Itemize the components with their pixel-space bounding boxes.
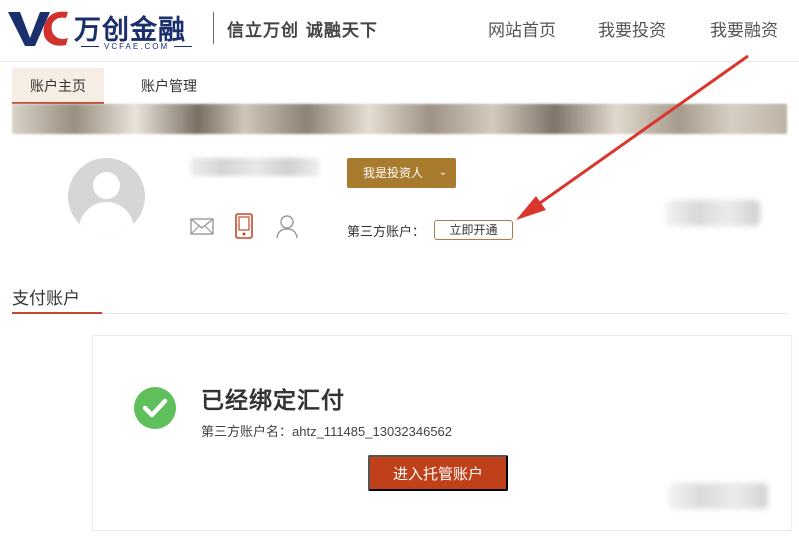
investor-role-dropdown[interactable]: 我是投资人 ⌄ — [347, 158, 456, 188]
nav-invest-link[interactable]: 我要投资 — [598, 16, 666, 41]
slogan: 信立万创 诚融天下 — [227, 21, 378, 41]
section-active-underline — [12, 312, 102, 314]
blurred-username — [190, 158, 320, 176]
section-divider — [12, 313, 787, 314]
phone-icon[interactable] — [231, 213, 257, 239]
slogan-divider — [213, 12, 214, 44]
investor-role-label: 我是投资人 — [363, 166, 424, 180]
open-now-button[interactable]: 立即开通 — [434, 220, 513, 240]
avatar-head — [93, 172, 120, 199]
bound-status-title: 已经绑定汇付 — [201, 387, 345, 413]
mail-icon[interactable] — [189, 213, 215, 239]
tab-account-home[interactable]: 账户主页 — [12, 68, 104, 104]
user-icon[interactable] — [274, 213, 300, 239]
third-party-account-label: 第三方账户： — [347, 224, 426, 239]
section-title[interactable]: 支付账户 — [12, 284, 80, 309]
avatar[interactable] — [68, 158, 145, 235]
chevron-down-icon: ⌄ — [438, 167, 447, 178]
success-check-icon — [134, 387, 176, 429]
account-tabs: 账户主页 账户管理 — [12, 68, 787, 105]
enter-custody-account-button[interactable]: 进入托管账户 — [368, 455, 508, 491]
site-logo[interactable]: 万创金融 VCFAE.COM — [8, 6, 208, 56]
logo-mark-icon — [8, 11, 68, 46]
third-party-account-name: 第三方账户名：ahtz_111485_13032346562 — [201, 424, 453, 439]
blurred-info-bottom — [668, 483, 768, 509]
avatar-body — [79, 202, 134, 235]
blurred-info-top — [665, 200, 760, 226]
profile-banner — [12, 104, 787, 134]
nav-home-link[interactable]: 网站首页 — [488, 16, 556, 41]
tab-account-manage[interactable]: 账户管理 — [124, 68, 214, 104]
site-header: 万创金融 VCFAE.COM 信立万创 诚融天下 网站首页 我要投资 我要融资 — [0, 0, 799, 62]
logo-domain: VCFAE.COM — [76, 42, 197, 51]
nav-finance-link[interactable]: 我要融资 — [710, 16, 778, 41]
